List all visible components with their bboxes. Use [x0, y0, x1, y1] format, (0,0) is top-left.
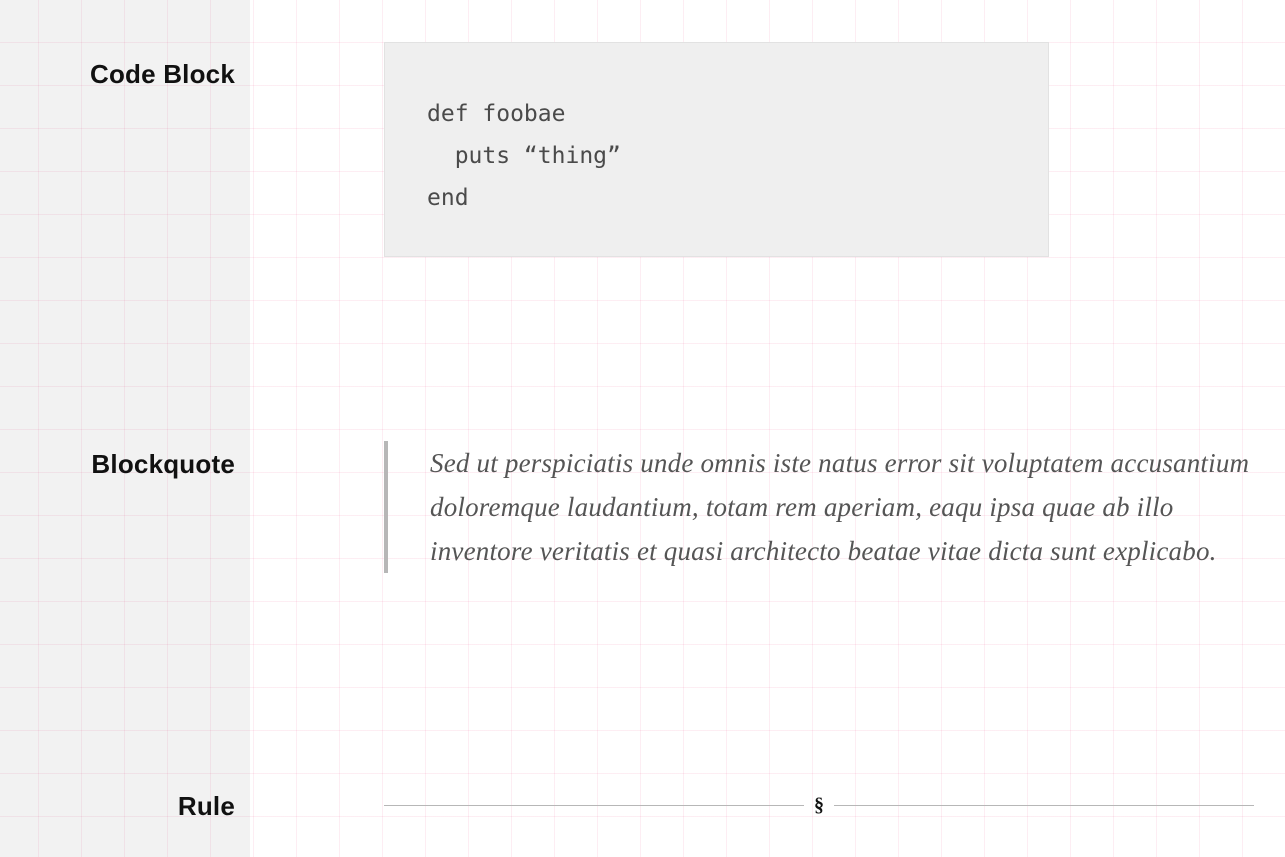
label-code-block: Code Block [90, 59, 235, 90]
code-block-example: def foobae puts “thing” end [384, 42, 1049, 257]
rule-line-left [384, 805, 804, 806]
blockquote-example: Sed ut perspiciatis unde omnis iste natu… [384, 441, 1264, 573]
blockquote-text: Sed ut perspiciatis unde omnis iste natu… [430, 441, 1264, 573]
rule-line-right [834, 805, 1254, 806]
rule-example: § [384, 795, 1254, 815]
code-block-content: def foobae puts “thing” end [427, 93, 1006, 219]
rule-ornament: § [804, 795, 834, 815]
label-blockquote: Blockquote [91, 449, 235, 480]
sidebar-overlay [0, 0, 250, 857]
label-rule: Rule [178, 791, 235, 822]
